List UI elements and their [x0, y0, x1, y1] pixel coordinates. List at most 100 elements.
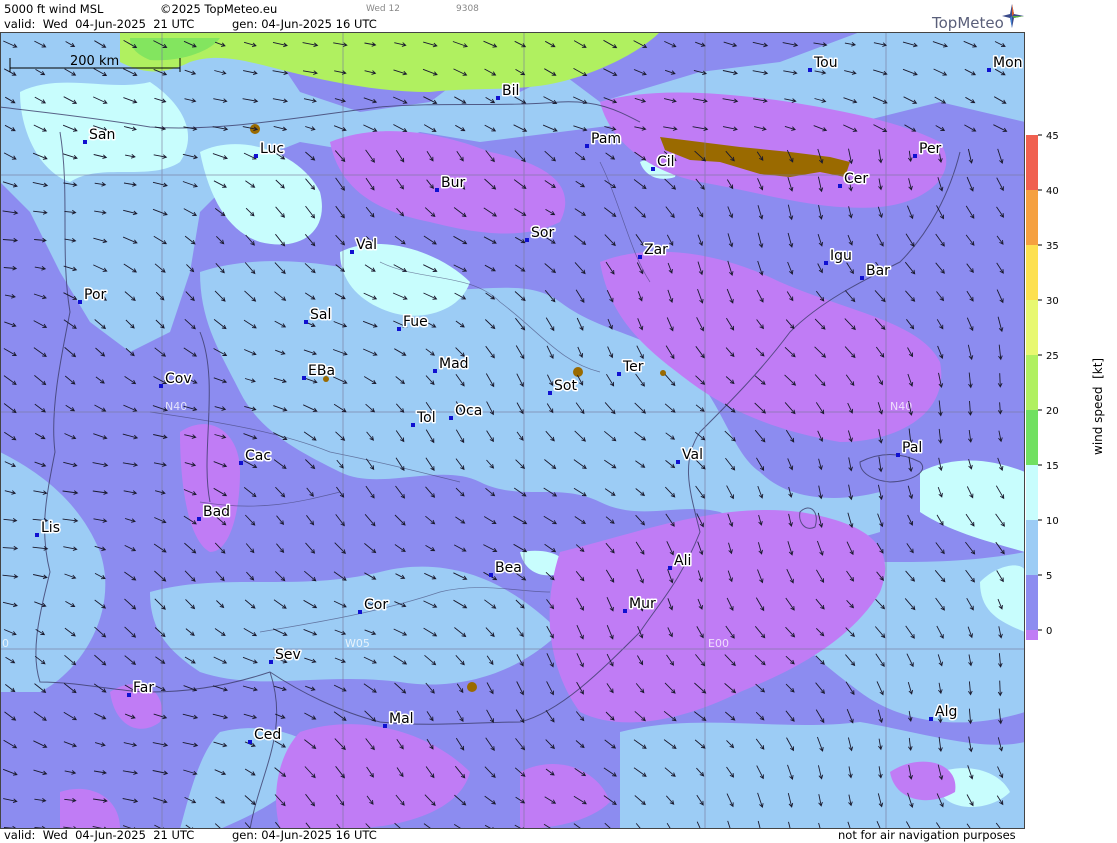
city-marker [83, 140, 87, 144]
legend-title: wind speed [kt] [1091, 357, 1105, 455]
city-label: Bur [441, 175, 465, 191]
city-label: Per [919, 141, 942, 157]
city-label: Cil [657, 154, 675, 170]
city-marker [159, 384, 163, 388]
city-label: Luc [260, 141, 284, 157]
city-label: Cer [844, 171, 868, 187]
legend-band [1026, 410, 1038, 465]
city-marker [638, 255, 642, 259]
city-marker [35, 533, 39, 537]
city-marker [239, 461, 243, 465]
city-label: Tou [813, 55, 838, 71]
city-marker [254, 154, 258, 158]
city-label: Igu [830, 248, 852, 264]
city-marker [838, 184, 842, 188]
copyright: ©2025 TopMeteo.eu [160, 2, 278, 16]
city-label: Mon [993, 55, 1023, 71]
city-marker [929, 717, 933, 721]
logo-text: TopMeteo [932, 14, 1004, 32]
legend-band [1026, 135, 1038, 190]
city-label: Bar [866, 263, 890, 279]
city-marker [269, 660, 273, 664]
city-marker [824, 261, 828, 265]
city-marker [585, 144, 589, 148]
legend-band [1026, 190, 1038, 245]
city-label: Cor [364, 597, 388, 613]
scale-bar-label: 200 km [70, 54, 119, 69]
legend-tick-label: 25 [1046, 351, 1059, 362]
city-marker [668, 566, 672, 570]
city-label: Ced [254, 727, 281, 743]
city-marker [127, 693, 131, 697]
product-title: 5000 ft wind MSL [4, 2, 104, 16]
wind-map[interactable]: N40 N40W05 E000 200 km Tou MonBilSanLucPamC… [0, 32, 1025, 829]
frame-label: Wed 12 [366, 4, 400, 14]
city-label: Ter [622, 359, 644, 375]
legend-band [1026, 245, 1038, 300]
city-label: Fue [403, 314, 428, 330]
legend-tick-label: 20 [1046, 406, 1059, 417]
legend-tick-label: 5 [1046, 571, 1052, 582]
city-label: San [89, 127, 115, 143]
legend-tick-label: 45 [1046, 131, 1059, 142]
city-label: Val [682, 447, 703, 463]
grid-label: W05 [345, 637, 370, 650]
city-marker [78, 300, 82, 304]
legend-band [1026, 300, 1038, 355]
legend-tick-label: 0 [1046, 626, 1052, 637]
city-label: Sal [310, 307, 331, 323]
city-label: Bea [495, 560, 522, 576]
city-marker [358, 610, 362, 614]
legend-band [1026, 520, 1038, 575]
city-label: Pam [591, 131, 621, 147]
city-marker [987, 68, 991, 72]
city-label: EBa [308, 363, 335, 379]
legend-tick-label: 30 [1046, 296, 1059, 307]
legend-tick-label: 35 [1046, 241, 1059, 252]
generated-time: gen: 04-Jun-2025 16 UTC [232, 17, 377, 31]
city-marker [651, 167, 655, 171]
city-label: Por [84, 287, 107, 303]
valid-time: valid: Wed 04-Jun-2025 21 UTC [4, 17, 195, 31]
city-label: Sor [531, 225, 554, 241]
grid-label: E00 [708, 637, 729, 650]
city-label: Zar [644, 242, 668, 258]
legend-band [1026, 575, 1038, 630]
city-marker [397, 327, 401, 331]
footer-valid-time: valid: Wed 04-Jun-2025 21 UTC [4, 828, 195, 842]
city-label: Lis [41, 520, 60, 536]
city-marker [304, 320, 308, 324]
footer-generated-time: gen: 04-Jun-2025 16 UTC [232, 828, 377, 842]
city-marker [913, 154, 917, 158]
city-label: Mal [389, 711, 414, 727]
legend-tick-label: 10 [1046, 516, 1059, 527]
legend-tick-label: 15 [1046, 461, 1059, 472]
legend-tick-label: 40 [1046, 186, 1059, 197]
city-label: Sot [554, 378, 577, 394]
city-marker [525, 238, 529, 242]
city-label: Pal [902, 440, 922, 456]
city-label: Ali [674, 553, 691, 569]
city-marker [617, 372, 621, 376]
city-marker [860, 276, 864, 280]
city-marker [350, 250, 354, 254]
city-marker [411, 423, 415, 427]
city-marker [623, 609, 627, 613]
city-label: Tol [416, 410, 436, 426]
city-marker [808, 68, 812, 72]
city-marker [489, 573, 493, 577]
city-label: Cov [165, 371, 192, 387]
city-marker [248, 740, 252, 744]
city-marker [197, 517, 201, 521]
city-label: Val [356, 237, 377, 253]
legend-band [1026, 355, 1038, 410]
frame-code: 9308 [456, 4, 479, 14]
city-label: Far [133, 680, 154, 696]
city-marker [383, 724, 387, 728]
city-label: Bil [502, 83, 519, 99]
city-marker [676, 460, 680, 464]
city-label: Alg [935, 704, 957, 720]
city-marker [496, 96, 500, 100]
city-label: Mur [629, 596, 656, 612]
legend-band [1026, 630, 1038, 640]
